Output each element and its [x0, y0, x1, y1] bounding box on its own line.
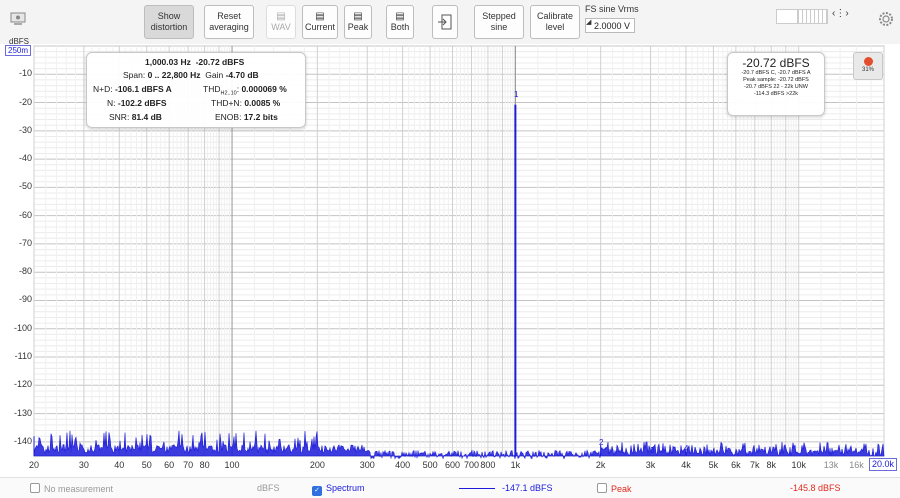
thd-label: THD — [203, 84, 221, 94]
record-button[interactable]: 31% — [853, 52, 883, 80]
snr-value: 81.4 dB — [131, 112, 162, 122]
gain-value: -4.70 dB — [225, 70, 259, 80]
x-tick-label: 600 — [445, 460, 461, 470]
checkmark-icon: ✓ — [312, 486, 322, 496]
x-tick-label: 6k — [731, 460, 741, 470]
checkbox-icon — [30, 483, 40, 493]
nd-label: N+D: — [93, 84, 113, 94]
x-tick-label: 50 — [141, 460, 152, 470]
spectrum-line-swatch — [459, 488, 495, 489]
enob-label: ENOB: — [215, 112, 242, 122]
x-tick-label: 16k — [849, 460, 864, 470]
peak-label-3: 3 — [650, 446, 655, 455]
fundamental-level: -20.72 dBFS — [195, 57, 245, 67]
nd-value: -106.1 dBFS A — [114, 84, 172, 94]
x-tick-label: 30 — [78, 460, 89, 470]
level-readout-line-3: -20.7 dBFS 22 - 22k UNW — [744, 84, 808, 90]
peak-value: -145.8 dBFS — [790, 483, 841, 493]
x-tick-label: 400 — [395, 460, 411, 470]
y-tick-label: -30 — [18, 124, 32, 135]
x-tick-label: 7k — [750, 460, 760, 470]
y-tick-label: -120 — [13, 379, 32, 390]
peak-toggle[interactable]: Peak — [597, 483, 632, 494]
y-tick-label: -110 — [14, 351, 32, 362]
x-tick-label: 800 — [480, 460, 496, 470]
y-tick-label: -40 — [18, 153, 32, 164]
y-tick-label: -20 — [18, 96, 32, 107]
x-tick-label: 700 — [463, 460, 479, 470]
x-tick-label: 60 — [164, 460, 175, 470]
y-tick-label: -60 — [18, 209, 32, 220]
x-tick-label: 200 — [309, 460, 325, 470]
y-tick-label: -130 — [13, 407, 32, 418]
record-icon — [863, 57, 873, 66]
record-percent: 31% — [861, 67, 874, 73]
x-tick-label: 10k — [791, 460, 806, 470]
x-tick-label: 5k — [708, 460, 719, 470]
noise-value: -102.2 dBFS — [117, 98, 167, 108]
y-tick-label: -50 — [18, 181, 32, 192]
level-readout-box: -20.72 dBFS -20.7 dBFS C, -20.7 dBFS A P… — [727, 52, 825, 116]
legend-bar: No measurement dBFS ✓ Spectrum -147.1 dBF… — [0, 477, 900, 498]
distortion-info-box: 1,000.03 Hz -20.72 dBFS Span: 0 .. 22,80… — [86, 52, 306, 128]
x-tick-label: 1k — [510, 460, 521, 470]
y-tick-label: -90 — [18, 294, 32, 305]
x-tick-label: 3k — [645, 460, 656, 470]
checkbox-icon — [597, 483, 607, 493]
x-tick-label: 8k — [766, 460, 777, 470]
x-tick-label: 40 — [114, 460, 125, 470]
level-readout-line-2: Peak sample: -20.72 dBFS — [743, 77, 809, 83]
x-axis-max[interactable]: 20.0k — [869, 458, 898, 471]
peak-legend-label: Peak — [611, 484, 632, 494]
x-tick-label: 20 — [28, 460, 40, 470]
level-readout-main: -20.72 dBFS — [742, 56, 810, 70]
y-tick-label: -100 — [13, 322, 32, 333]
peak-label-1: 1 — [514, 90, 519, 99]
x-tick-label: 500 — [422, 460, 438, 470]
snr-label: SNR: — [109, 112, 130, 122]
gain-label: Gain — [205, 70, 224, 80]
x-tick-label: 80 — [199, 460, 210, 470]
span-label: Span: — [123, 70, 146, 80]
thdn-label: THD+N: — [211, 98, 242, 108]
thd-harmonics-label: H2..10 — [220, 90, 237, 97]
enob-value: 17.2 bits — [243, 112, 278, 122]
legend-unit: dBFS — [257, 483, 280, 493]
spectrum-value: -147.1 dBFS — [502, 483, 553, 493]
thdn-value: 0.0085 % — [244, 98, 281, 108]
y-tick-label: -70 — [18, 237, 32, 248]
fundamental-frequency: 1,000.03 Hz — [145, 57, 191, 67]
y-tick-label: -140 — [13, 435, 32, 446]
no-measurement-toggle[interactable]: No measurement — [30, 483, 113, 494]
spectrum-toggle[interactable]: ✓ Spectrum — [312, 483, 365, 496]
noise-label: N: — [107, 98, 116, 108]
x-tick-label: 13k — [823, 460, 839, 470]
x-tick-label: 300 — [359, 460, 375, 470]
spectrum-label: Spectrum — [326, 483, 365, 493]
thd-value: 0.000069 % — [241, 84, 287, 94]
y-tick-label: -80 — [18, 266, 32, 277]
level-readout-line-4: -114.3 dBFS >22k — [753, 91, 799, 97]
no-measurement-label: No measurement — [44, 484, 114, 494]
span-value: 0 .. 22,800 Hz — [147, 70, 201, 80]
peak-label-4: 4 — [684, 444, 689, 453]
level-readout-line-1: -20.7 dBFS C, -20.7 dBFS A — [741, 70, 811, 76]
x-tick-label: 4k — [681, 460, 691, 470]
y-tick-label: -10 — [18, 68, 32, 79]
x-tick-label: 2k — [595, 460, 606, 470]
x-tick-label: 70 — [183, 460, 194, 470]
x-tick-label: 100 — [224, 460, 240, 470]
peak-label-2: 2 — [599, 438, 604, 447]
y-axis-range[interactable]: 250m — [5, 45, 32, 56]
